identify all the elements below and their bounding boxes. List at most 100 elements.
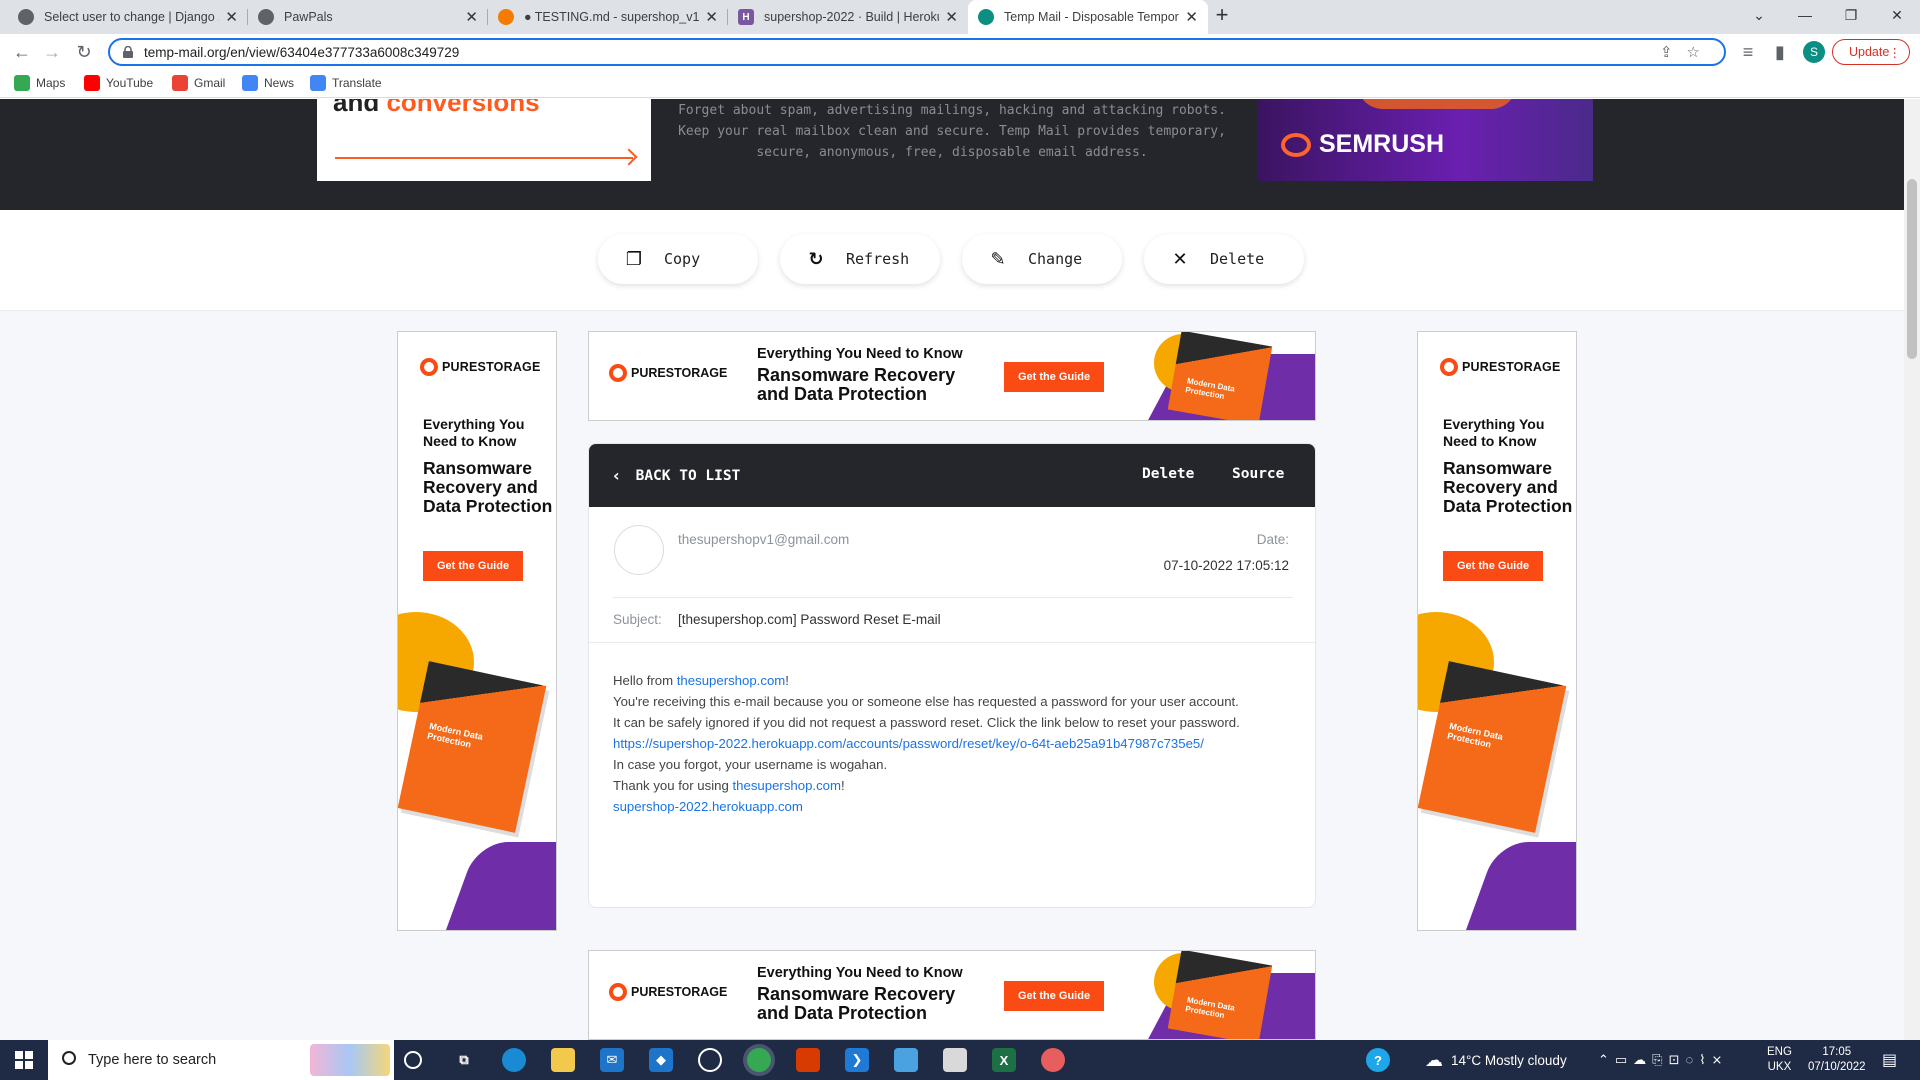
divider: [613, 597, 1293, 598]
tab-heroku[interactable]: H supershop-2022 · Build | Heroku ✕: [728, 0, 968, 34]
refresh-button[interactable]: ↻ Refresh: [780, 234, 940, 284]
date-label: Date:: [1256, 532, 1289, 547]
book-image: Modern Data Protection: [1167, 951, 1273, 1039]
reload-icon[interactable]: ↻: [72, 40, 96, 64]
back-icon[interactable]: ←: [10, 40, 34, 64]
bookmark-translate[interactable]: Translate: [310, 75, 382, 91]
reading-list-icon[interactable]: ≡: [1736, 40, 1760, 64]
vscode-icon[interactable]: ❯: [845, 1048, 869, 1072]
update-button[interactable]: Update ⋮: [1832, 39, 1910, 65]
cloud-icon: ☁: [1425, 1049, 1443, 1070]
minimize-button[interactable]: —: [1782, 0, 1828, 30]
start-button[interactable]: [0, 1040, 48, 1080]
profile-avatar[interactable]: S: [1803, 41, 1825, 63]
close-tab-icon[interactable]: ✕: [225, 8, 238, 26]
snip-app-icon[interactable]: [1041, 1048, 1065, 1072]
refresh-icon: ↻: [808, 248, 824, 270]
url-text: temp-mail.org/en/view/63404e377733a6008c…: [144, 44, 460, 60]
help-icon[interactable]: ?: [1366, 1048, 1390, 1072]
search-highlight-image: [310, 1044, 390, 1076]
top-banner-ad[interactable]: PURESTORAGE Everything You Need to Know …: [588, 331, 1316, 421]
notifications-icon[interactable]: ▤: [1882, 1040, 1897, 1080]
file-explorer-icon[interactable]: [551, 1048, 575, 1072]
clock[interactable]: 17:05 07/10/2022: [1808, 1040, 1866, 1080]
purestorage-logo-icon: [609, 983, 627, 1001]
site-link[interactable]: thesupershop.com: [733, 778, 842, 793]
copy-button[interactable]: ❐ Copy: [598, 234, 758, 284]
get-guide-button[interactable]: Get the Guide: [1004, 981, 1104, 1011]
forward-icon[interactable]: →: [40, 40, 64, 64]
office-icon[interactable]: [796, 1048, 820, 1072]
delete-button[interactable]: ✕ Delete: [1144, 234, 1304, 284]
change-button[interactable]: ✎ Change: [962, 234, 1122, 284]
cortana-icon[interactable]: [404, 1051, 422, 1069]
email-body: Hello from thesupershop.com! You're rece…: [613, 673, 1240, 814]
semrush-ad[interactable]: SEMRUSH: [1257, 99, 1593, 181]
date-value: 07-10-2022 17:05:12: [1163, 558, 1289, 573]
globe-icon: [258, 9, 274, 25]
language-indicator[interactable]: ENG UKX: [1767, 1040, 1792, 1080]
close-tab-icon[interactable]: ✕: [1185, 8, 1198, 26]
bookmark-news[interactable]: News: [242, 75, 294, 91]
chrome-icon[interactable]: [747, 1048, 771, 1072]
photos-icon[interactable]: [894, 1048, 918, 1072]
email-source-button[interactable]: Source: [1232, 466, 1284, 482]
right-side-ad[interactable]: PURESTORAGE Everything You Need to Know …: [1417, 331, 1577, 931]
tab-testing-md[interactable]: ● TESTING.md - supershop_v1 - G ✕: [488, 0, 728, 34]
purestorage-logo-icon: [1440, 358, 1458, 376]
close-tab-icon[interactable]: ✕: [945, 8, 958, 26]
bottom-banner-ad[interactable]: PURESTORAGE Everything You Need to Know …: [588, 950, 1316, 1040]
close-window-button[interactable]: ✕: [1874, 0, 1920, 30]
page-viewport: and conversions Forget about spam, adver…: [0, 99, 1904, 1040]
subject-label: Subject:: [613, 612, 662, 627]
close-tab-icon[interactable]: ✕: [465, 8, 478, 26]
hero-ad[interactable]: and conversions: [317, 99, 651, 181]
back-to-list-button[interactable]: ‹ BACK TO LIST: [613, 466, 740, 485]
address-bar[interactable]: temp-mail.org/en/view/63404e377733a6008c…: [108, 38, 1726, 66]
scrollbar-thumb[interactable]: [1907, 179, 1917, 359]
get-guide-button[interactable]: Get the Guide: [423, 551, 523, 581]
arrow-icon: [335, 157, 633, 159]
bookmark-maps[interactable]: Maps: [14, 75, 65, 91]
tab-search-icon[interactable]: ⌄: [1736, 0, 1782, 30]
tab-temp-mail[interactable]: Temp Mail - Disposable Tempora ✕: [968, 0, 1208, 34]
weather-widget[interactable]: ☁ 14°C Mostly cloudy: [1425, 1040, 1567, 1080]
domain-link[interactable]: supershop-2022.herokuapp.com: [613, 799, 803, 814]
new-tab-button[interactable]: +: [1202, 0, 1242, 30]
dropbox-icon[interactable]: ◆: [649, 1048, 673, 1072]
side-panel-icon[interactable]: ▮: [1768, 40, 1792, 64]
taskbar-search[interactable]: Type here to search: [48, 1040, 394, 1080]
bookmark-youtube[interactable]: YouTube: [84, 75, 153, 91]
decor-shape: [1457, 842, 1576, 930]
mail-icon[interactable]: ✉: [600, 1048, 624, 1072]
restore-button[interactable]: ❐: [1828, 0, 1874, 30]
task-view-icon[interactable]: ⧉: [452, 1048, 476, 1072]
get-guide-button[interactable]: Get the Guide: [1443, 551, 1543, 581]
site-link[interactable]: thesupershop.com: [677, 673, 786, 688]
github-icon[interactable]: [698, 1048, 722, 1072]
close-tab-icon[interactable]: ✕: [705, 8, 718, 26]
system-tray-icons[interactable]: ⌃▭☁⎘⊡◌⌇⨯: [1598, 1040, 1728, 1080]
tab-pawpals[interactable]: PawPals ✕: [248, 0, 488, 34]
reset-password-link[interactable]: https://supershop-2022.herokuapp.com/acc…: [613, 736, 1204, 751]
purestorage-logo: PURESTORAGE: [609, 983, 727, 1001]
edge-icon[interactable]: [502, 1048, 526, 1072]
get-guide-button[interactable]: Get the Guide: [1004, 362, 1104, 392]
tab-strip: Select user to change | Django si ✕ PawP…: [0, 0, 1920, 34]
share-bookmark-icons[interactable]: ⇪☆: [1660, 43, 1714, 61]
copy-icon: ❐: [625, 248, 643, 270]
chevron-left-icon: ‹: [613, 466, 620, 485]
email-view: ‹ BACK TO LIST Delete Source thesupershop…: [588, 443, 1316, 908]
sender-avatar: [614, 525, 664, 575]
tab-django[interactable]: Select user to change | Django si ✕: [8, 0, 248, 34]
email-delete-button[interactable]: Delete: [1142, 466, 1194, 482]
page-scrollbar[interactable]: [1904, 99, 1920, 1040]
maps-icon: [14, 75, 30, 91]
sender-email: thesupershopv1@gmail.com: [678, 532, 850, 547]
bookmark-gmail[interactable]: Gmail: [172, 75, 225, 91]
calendar-app-icon[interactable]: [943, 1048, 967, 1072]
left-side-ad[interactable]: PURESTORAGE Everything You Need to Know …: [397, 331, 557, 931]
lock-icon: [123, 46, 133, 58]
semrush-logo-icon: [1281, 132, 1311, 157]
excel-icon[interactable]: X: [992, 1048, 1016, 1072]
